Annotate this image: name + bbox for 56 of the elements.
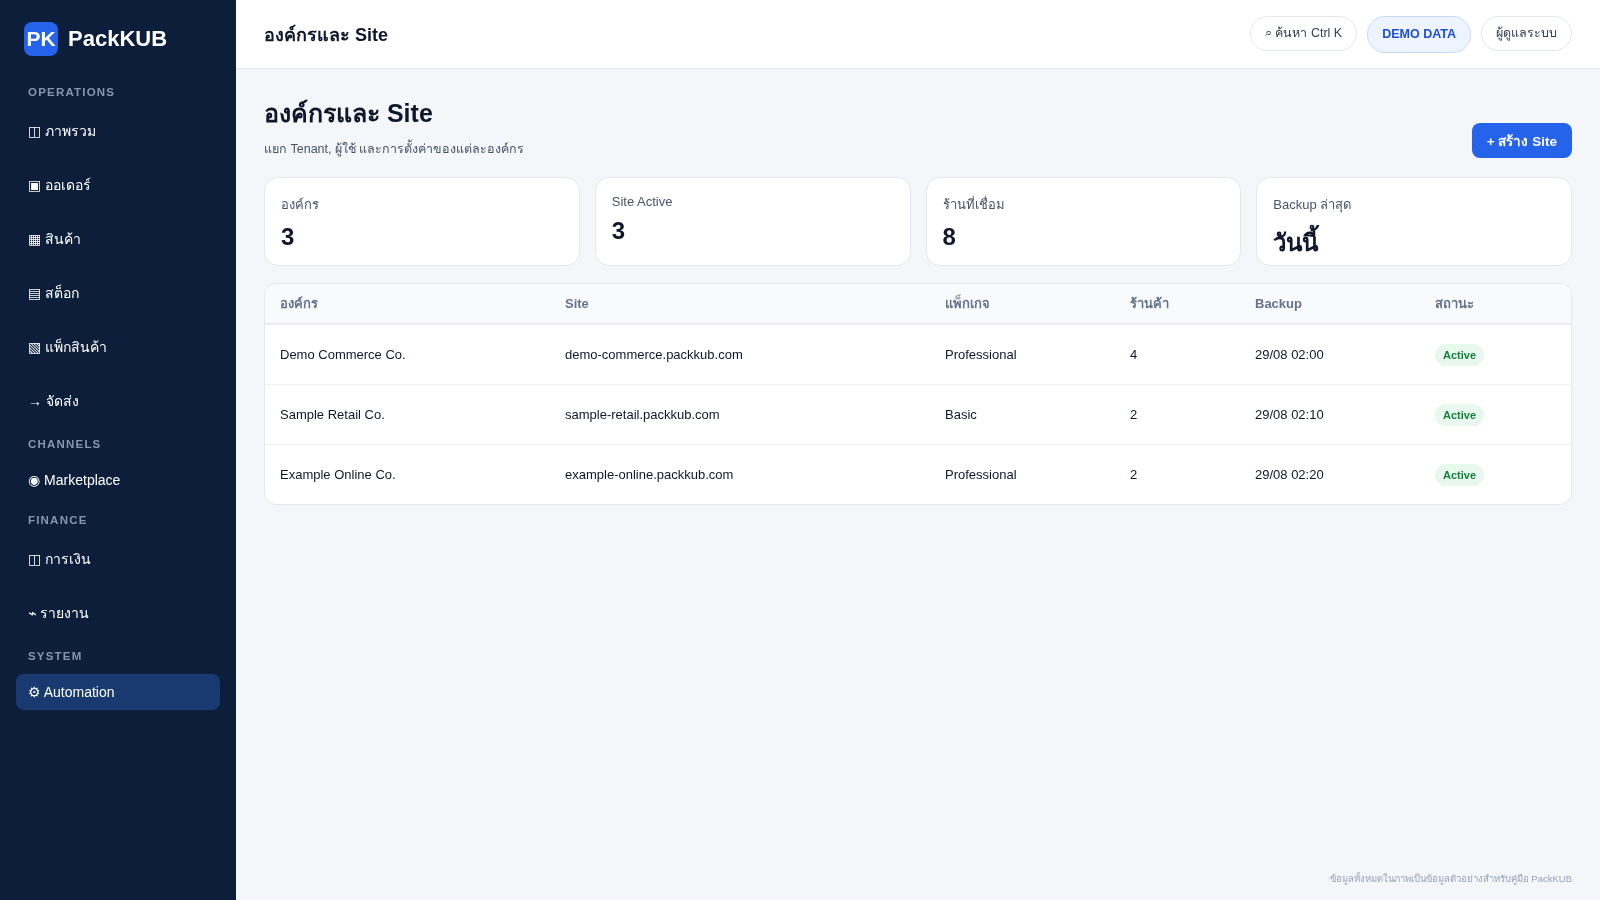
table-cell-text: 29/08 02:00	[1255, 347, 1325, 362]
table-cell-text: Basic	[945, 407, 978, 422]
status-badge: Active	[1435, 464, 1485, 486]
column-header: Backup	[1255, 296, 1303, 311]
table-cell-text: 29/08 02:10	[1255, 407, 1325, 422]
table-cell-text: 2	[1130, 467, 1139, 482]
column-header: องค์กร	[280, 295, 319, 313]
table-cell-text: demo-commerce.packkub.com	[565, 347, 744, 362]
section-title: OPERATIONS	[27, 86, 117, 98]
table-cell-text: sample-retail.packkub.com	[565, 407, 721, 422]
sidebar-item[interactable]: ◫ ภาพรวม	[16, 110, 220, 152]
stat-label: องค์กร	[281, 196, 320, 214]
sidebar-item[interactable]: ▦ สินค้า	[16, 218, 220, 260]
status-badge: Active	[1435, 344, 1485, 366]
page-header-title: องค์กรและ Site	[264, 23, 388, 47]
stat-label: ร้านที่เชื่อม	[942, 195, 1006, 214]
stat-label: Backup ล่าสุด	[1273, 196, 1353, 215]
page-subtitle: แยก Tenant, ผู้ใช้ และการตั้งค่าของแต่ละองค์กร	[264, 139, 525, 159]
stat-value: วันนี้	[1273, 223, 1555, 262]
table-cell-text: Professional	[945, 467, 1018, 482]
create-site-button[interactable]: + สร้าง Site	[1471, 123, 1572, 158]
table-cell-text: 2	[1130, 407, 1139, 422]
stat-value: 8	[942, 223, 957, 251]
table-cell-text: example-online.packkub.com	[565, 467, 735, 482]
search-button[interactable]: ⌕ ค้นหา Ctrl K	[1249, 15, 1358, 51]
section-title: CHANNELS	[27, 438, 103, 450]
sidebar-item[interactable]: ▣ ออเดอร์	[16, 164, 220, 206]
column-header: ร้านค้า	[1130, 295, 1170, 313]
table-cell-text: Demo Commerce Co.	[280, 347, 407, 362]
column-header: Site	[565, 296, 590, 311]
status-badge: Active	[1435, 404, 1485, 426]
footer-note: ข้อมูลทั้งหมดในภาพเป็นข้อมูลตัวอย่างสำหรับคู่มือ PackKUB	[1328, 871, 1572, 886]
sidebar-item[interactable]: ⌁ รายงาน	[16, 592, 220, 634]
column-header: แพ็กเกจ	[945, 293, 991, 313]
stat-label: Site Active	[611, 194, 674, 209]
page-title: องค์กรและ Site	[264, 98, 434, 129]
logo-badge: PK	[24, 22, 58, 56]
sidebar-item[interactable]: ◫ การเงิน	[16, 538, 220, 580]
sidebar-item[interactable]: ◉ Marketplace	[16, 462, 220, 498]
section-title: FINANCE	[27, 514, 89, 526]
table-cell-text: Sample Retail Co.	[280, 407, 386, 422]
section-title: SYSTEM	[27, 650, 84, 662]
stat-value: 3	[281, 223, 296, 251]
column-header: สถานะ	[1435, 295, 1475, 313]
table-cell-text: Professional	[945, 347, 1018, 362]
sidebar-item[interactable]: ⚙ Automation	[16, 674, 220, 710]
table-cell-text: 4	[1130, 347, 1139, 362]
sidebar-item[interactable]: ▤ สต็อก	[16, 272, 220, 314]
demo-badge: DEMO DATA	[1367, 15, 1471, 53]
table-cell-text: Example Online Co.	[280, 467, 397, 482]
sidebar-item[interactable]: → จัดส่ง	[16, 380, 220, 422]
table-cell-text: 29/08 02:20	[1255, 467, 1325, 482]
brand-name: PackKUB	[68, 26, 168, 52]
stat-value: 3	[611, 217, 627, 245]
user-button[interactable]: ผู้ดูแลระบบ	[1481, 15, 1572, 51]
sidebar-item[interactable]: ▧ แพ็กสินค้า	[16, 326, 220, 368]
